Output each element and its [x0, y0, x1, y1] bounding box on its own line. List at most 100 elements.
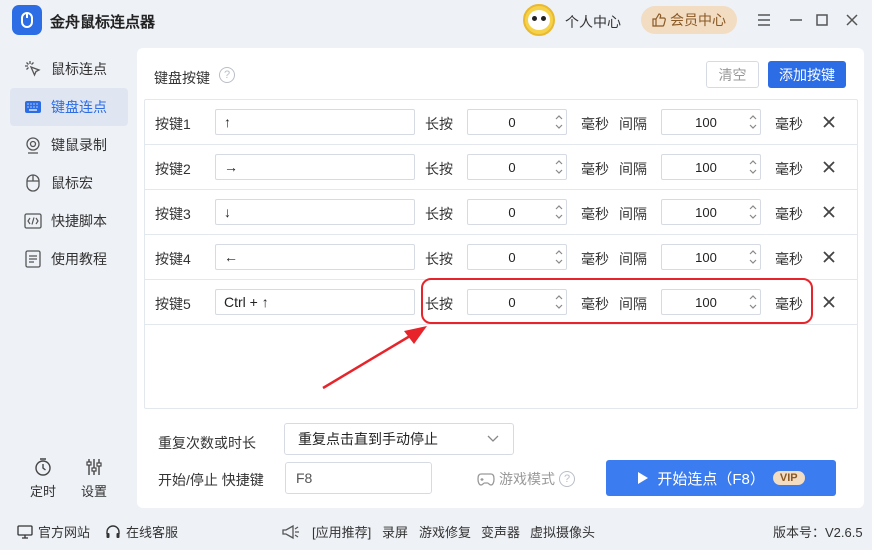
sidebar: 鼠标连点 键盘连点 键鼠录制 鼠标宏 快捷脚本 使用教程 定时 设置	[0, 40, 136, 510]
close-icon[interactable]	[842, 10, 862, 30]
link-screen-record[interactable]: 录屏	[382, 522, 408, 541]
cursor-click-icon	[23, 59, 43, 79]
delete-row-icon[interactable]	[820, 203, 838, 221]
key-input[interactable]: ↓	[215, 199, 415, 225]
delete-row-icon[interactable]	[820, 293, 838, 311]
repeat-mode-select[interactable]: 重复点击直到手动停止	[284, 423, 514, 455]
unit-label: 毫秒	[581, 116, 609, 132]
key-input[interactable]: ↑	[215, 109, 415, 135]
spin-up-icon[interactable]	[554, 157, 564, 167]
game-mode-toggle[interactable]: 游戏模式 ?	[477, 469, 575, 489]
link-virtual-camera[interactable]: 虚拟摄像头	[530, 522, 595, 541]
settings-button[interactable]: 设置	[74, 458, 114, 500]
interval-input[interactable]: 100	[661, 244, 761, 270]
interval-input[interactable]: 100	[661, 109, 761, 135]
gamepad-icon	[477, 473, 495, 486]
spin-up-icon[interactable]	[748, 202, 758, 212]
sidebar-item-label: 鼠标宏	[51, 175, 93, 191]
key-input[interactable]: Ctrl + ↑	[215, 289, 415, 315]
spin-down-icon[interactable]	[554, 257, 564, 267]
key-name: 按键1	[155, 116, 191, 132]
key-row: 按键1 ↑ 长按 0 毫秒 间隔 100 毫秒	[145, 100, 857, 145]
online-support-link[interactable]: 在线客服	[105, 522, 178, 541]
sidebar-item-tutorial[interactable]: 使用教程	[10, 240, 128, 278]
tutorial-icon	[23, 249, 43, 269]
interval-value: 100	[695, 115, 717, 130]
app-recommend: [应用推荐]	[281, 522, 371, 541]
game-mode-label: 游戏模式	[499, 471, 555, 487]
support-label: 在线客服	[126, 525, 179, 540]
sidebar-item-quick-script[interactable]: 快捷脚本	[10, 202, 128, 240]
sidebar-item-record[interactable]: 键鼠录制	[10, 126, 128, 164]
hotkey-label: 开始/停止 快捷键	[158, 472, 264, 488]
press-duration-value: 0	[508, 115, 516, 130]
key-row: 按键2 → 长按 0 毫秒 间隔 100 毫秒	[145, 145, 857, 190]
user-avatar[interactable]	[523, 4, 555, 36]
spin-up-icon[interactable]	[748, 157, 758, 167]
key-name: 按键5	[155, 296, 191, 312]
delete-row-icon[interactable]	[820, 158, 838, 176]
link-voice-changer[interactable]: 变声器	[481, 522, 520, 541]
spin-down-icon[interactable]	[554, 167, 564, 177]
sidebar-item-mouse-click[interactable]: 鼠标连点	[10, 50, 128, 88]
vip-center-button[interactable]: 会员中心	[641, 6, 737, 34]
press-duration-input[interactable]: 0	[467, 199, 567, 225]
megaphone-icon	[282, 524, 299, 539]
interval-input[interactable]: 100	[661, 199, 761, 225]
press-duration-input[interactable]: 0	[467, 154, 567, 180]
spin-up-icon[interactable]	[554, 202, 564, 212]
settings-label: 设置	[80, 484, 107, 499]
status-bar: 官方网站 在线客服 [应用推荐] 录屏 游戏修复 变声器 虚拟摄像头 版本号：V…	[0, 510, 872, 550]
personal-center-link[interactable]: 个人中心	[565, 12, 621, 32]
spin-down-icon[interactable]	[554, 212, 564, 222]
official-website-link[interactable]: 官方网站	[17, 522, 90, 541]
repeat-mode-value: 重复点击直到手动停止	[298, 431, 438, 447]
key-input[interactable]: →	[215, 154, 415, 180]
spin-down-icon[interactable]	[554, 122, 564, 132]
delete-row-icon[interactable]	[820, 248, 838, 266]
press-duration-input[interactable]: 0	[467, 244, 567, 270]
sidebar-item-mouse-macro[interactable]: 鼠标宏	[10, 164, 128, 202]
start-label: 开始连点（F8）	[657, 470, 765, 488]
record-icon	[23, 135, 43, 155]
keyboard-icon	[23, 97, 43, 117]
press-duration-input[interactable]: 0	[467, 109, 567, 135]
spin-down-icon[interactable]	[748, 167, 758, 177]
spin-up-icon[interactable]	[748, 112, 758, 122]
unit-label: 毫秒	[581, 206, 609, 222]
spin-up-icon[interactable]	[554, 112, 564, 122]
key-list: 按键1 ↑ 长按 0 毫秒 间隔 100 毫秒 按键2 → 长按 0 毫秒 间隔 100 毫秒 按键3 ↓ 长按 0 毫…	[144, 99, 858, 409]
sidebar-item-keyboard-click[interactable]: 键盘连点	[10, 88, 128, 126]
spin-up-icon[interactable]	[748, 247, 758, 257]
spin-down-icon[interactable]	[748, 122, 758, 132]
press-label: 长按	[425, 161, 453, 177]
minimize-icon[interactable]	[786, 10, 806, 30]
spin-down-icon[interactable]	[748, 212, 758, 222]
interval-input[interactable]: 100	[661, 154, 761, 180]
start-clicking-button[interactable]: 开始连点（F8） VIP	[606, 460, 836, 496]
press-label: 长按	[425, 251, 453, 267]
chevron-down-icon	[487, 435, 499, 442]
link-game-repair[interactable]: 游戏修复	[419, 522, 471, 541]
interval-label: 间隔	[619, 206, 647, 222]
add-key-button[interactable]: 添加按键	[768, 61, 846, 88]
menu-icon[interactable]	[754, 10, 774, 30]
maximize-icon[interactable]	[812, 10, 832, 30]
help-icon[interactable]: ?	[219, 67, 235, 83]
sidebar-item-label: 鼠标连点	[51, 61, 107, 77]
delete-row-icon[interactable]	[820, 113, 838, 131]
key-name: 按键4	[155, 251, 191, 267]
mouse-icon	[23, 173, 43, 193]
spin-up-icon[interactable]	[554, 247, 564, 257]
code-icon	[23, 211, 43, 231]
key-input[interactable]: ←	[215, 244, 415, 270]
monitor-icon	[17, 524, 33, 539]
timer-button[interactable]: 定时	[23, 458, 63, 500]
hotkey-input[interactable]: F8	[285, 462, 432, 494]
key-row: 按键3 ↓ 长按 0 毫秒 间隔 100 毫秒	[145, 190, 857, 235]
spin-down-icon[interactable]	[748, 257, 758, 267]
press-label: 长按	[425, 116, 453, 132]
clear-button[interactable]: 清空	[706, 61, 759, 88]
help-icon[interactable]: ?	[559, 471, 575, 487]
thumbs-up-icon	[652, 13, 666, 27]
